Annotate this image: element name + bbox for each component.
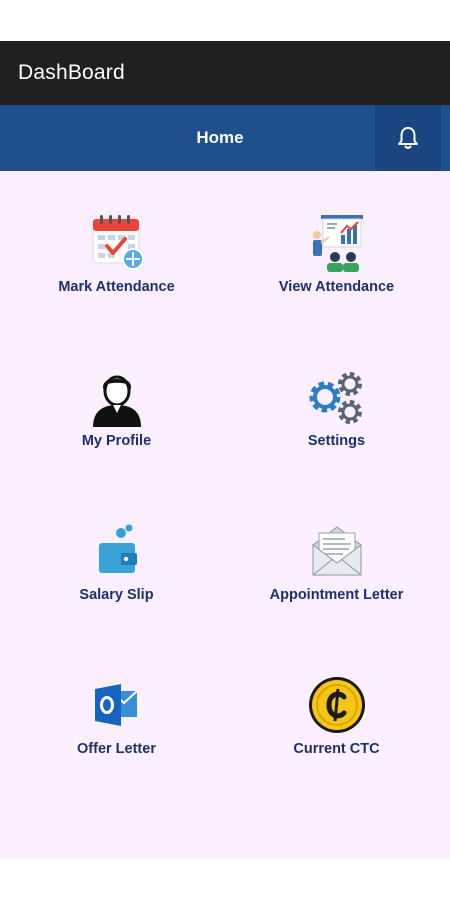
tile-label: Current CTC — [293, 741, 380, 757]
envelope-letter-icon — [312, 526, 361, 576]
nav-bar: Home — [0, 105, 450, 171]
wallet-icon — [98, 524, 137, 573]
bell-icon — [398, 127, 418, 149]
outlook-icon — [94, 684, 138, 726]
tile-label: View Attendance — [278, 279, 395, 295]
tile-label: My Profile — [81, 433, 152, 449]
tile-my-profile[interactable]: My Profile — [4, 367, 229, 487]
home-tab[interactable]: Home — [0, 105, 440, 171]
presentation-chart-icon — [312, 215, 363, 272]
nav-edge — [441, 105, 450, 171]
app-title: DashBoard — [18, 61, 125, 84]
tile-label: Settings — [307, 433, 366, 449]
coin-icon — [308, 677, 365, 733]
app-bar: DashBoard — [0, 41, 450, 105]
calendar-check-icon — [92, 215, 144, 270]
tile-label: Mark Attendance — [58, 279, 175, 295]
tile-salary-slip[interactable]: Salary Slip — [4, 521, 229, 641]
gears-icon — [309, 372, 362, 424]
tile-current-ctc[interactable]: Current CTC — [224, 675, 449, 795]
tile-label: Offer Letter — [77, 741, 156, 757]
tile-offer-letter[interactable]: Offer Letter — [4, 675, 229, 795]
notifications-button[interactable] — [375, 105, 441, 171]
tile-label: Appointment Letter — [269, 587, 404, 603]
user-profile-icon — [92, 375, 141, 427]
tile-mark-attendance[interactable]: Mark Attendance — [4, 213, 229, 333]
tile-settings[interactable]: Settings — [224, 367, 449, 487]
dashboard-grid: Mark Attendance View Attendance My Profi… — [0, 171, 450, 859]
tile-appointment-letter[interactable]: Appointment Letter — [224, 521, 449, 641]
tile-label: Salary Slip — [79, 587, 154, 603]
tile-view-attendance[interactable]: View Attendance — [224, 213, 449, 333]
